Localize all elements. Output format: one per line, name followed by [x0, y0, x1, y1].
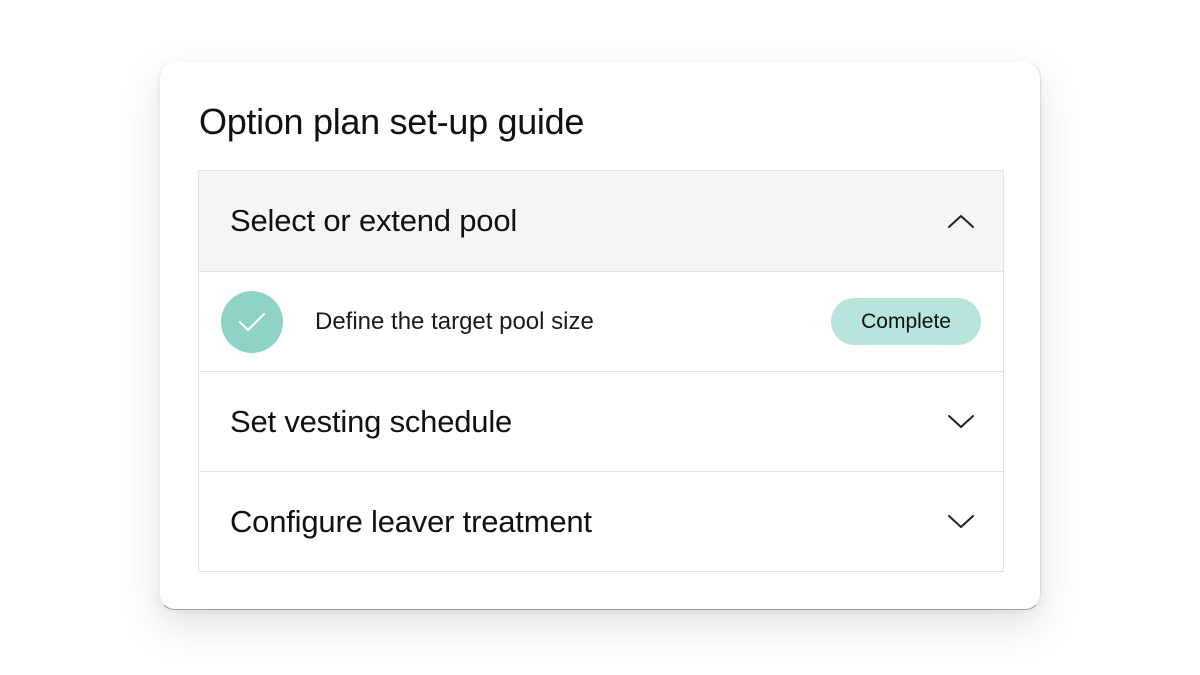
accordion-section-vesting: Set vesting schedule: [199, 371, 1003, 471]
accordion-section-leaver: Configure leaver treatment: [199, 471, 1003, 571]
check-icon: [238, 312, 266, 332]
setup-guide-card: Option plan set-up guide Select or exten…: [159, 62, 1041, 610]
section-label: Configure leaver treatment: [230, 503, 592, 539]
section-label: Select or extend pool: [230, 203, 518, 238]
chevron-up-icon: [948, 215, 974, 228]
step-label: Define the target pool size: [315, 308, 594, 335]
accordion-header-select-or-extend-pool[interactable]: Select or extend pool: [199, 171, 1003, 271]
accordion-section-pool: Select or extend pool Define the target …: [199, 171, 1003, 371]
accordion-header-set-vesting-schedule[interactable]: Set vesting schedule: [199, 371, 1003, 471]
setup-accordion: Select or extend pool Define the target …: [198, 170, 1004, 572]
status-badge: Complete: [831, 298, 981, 345]
chevron-down-icon: [948, 514, 974, 528]
section-label: Set vesting schedule: [230, 403, 513, 439]
step-row[interactable]: Define the target pool size Complete: [199, 271, 1003, 371]
chevron-down-icon: [948, 414, 974, 428]
guide-title: Option plan set-up guide: [199, 101, 585, 142]
step-complete-indicator: [221, 291, 283, 353]
accordion-header-configure-leaver-treatment[interactable]: Configure leaver treatment: [199, 471, 1003, 571]
